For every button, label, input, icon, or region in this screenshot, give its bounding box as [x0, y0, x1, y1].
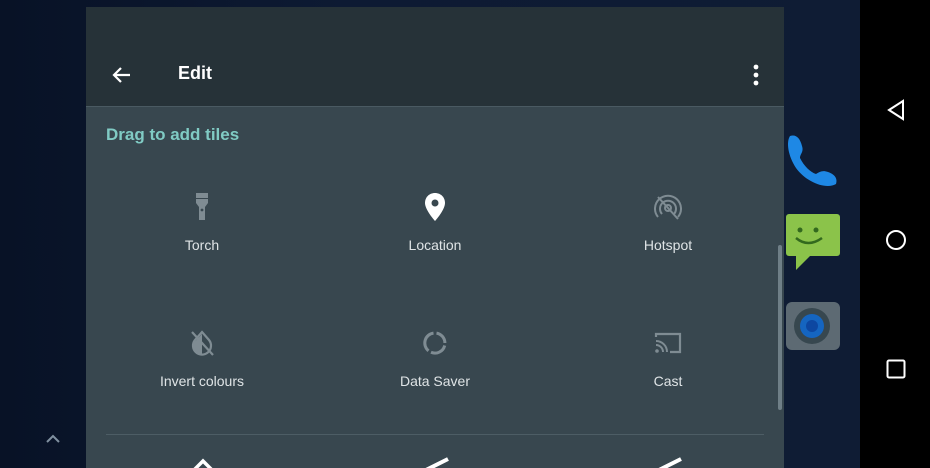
chevron-up-icon [46, 434, 60, 443]
section-divider [106, 434, 764, 435]
toolbar: Edit [86, 7, 784, 107]
scrollbar[interactable] [778, 245, 782, 410]
tile-label: Data Saver [399, 373, 471, 389]
partial-tile-icon [425, 457, 449, 468]
tile-label: Cast [653, 373, 683, 389]
data-saver-icon [423, 331, 447, 355]
more-vert-icon [753, 64, 759, 86]
more-options-button[interactable] [742, 59, 770, 91]
back-icon [887, 99, 904, 121]
page-title: Edit [178, 63, 212, 83]
phone-app-icon[interactable] [786, 130, 840, 190]
nav-back-button[interactable] [882, 96, 910, 124]
app-drawer-handle[interactable] [38, 424, 68, 454]
tile-hotspot[interactable]: Hotspot [578, 187, 758, 277]
tile-label: Torch [184, 237, 220, 253]
tile-torch[interactable]: Torch [112, 187, 292, 277]
messaging-app-icon[interactable] [786, 210, 840, 272]
location-pin-icon [425, 193, 445, 221]
camera-app-icon[interactable] [786, 300, 840, 352]
navigation-bar [860, 0, 930, 468]
back-button[interactable] [106, 59, 138, 91]
nav-home-button[interactable] [882, 226, 910, 254]
partial-tile-icon [193, 458, 213, 468]
tile-label: Location [408, 237, 462, 253]
recents-icon [886, 359, 906, 379]
arrow-back-icon [112, 67, 130, 83]
tile-cast[interactable]: Cast [578, 323, 758, 413]
torch-icon [196, 193, 208, 220]
home-icon [886, 230, 906, 250]
quick-settings-edit-panel: Edit Drag to add tiles Torch Location Ho… [86, 7, 784, 468]
tile-label: Hotspot [643, 237, 693, 253]
invert-colours-icon [191, 330, 214, 356]
tile-data-saver[interactable]: Data Saver [345, 323, 525, 413]
tile-label: Invert colours [159, 373, 245, 389]
section-header: Drag to add tiles [106, 125, 240, 144]
hotspot-icon [654, 194, 682, 220]
partial-tile-icon [658, 457, 682, 468]
nav-recents-button[interactable] [882, 355, 910, 383]
tile-location[interactable]: Location [345, 187, 525, 277]
tile-invert-colours[interactable]: Invert colours [112, 323, 292, 413]
cast-icon [654, 332, 682, 354]
